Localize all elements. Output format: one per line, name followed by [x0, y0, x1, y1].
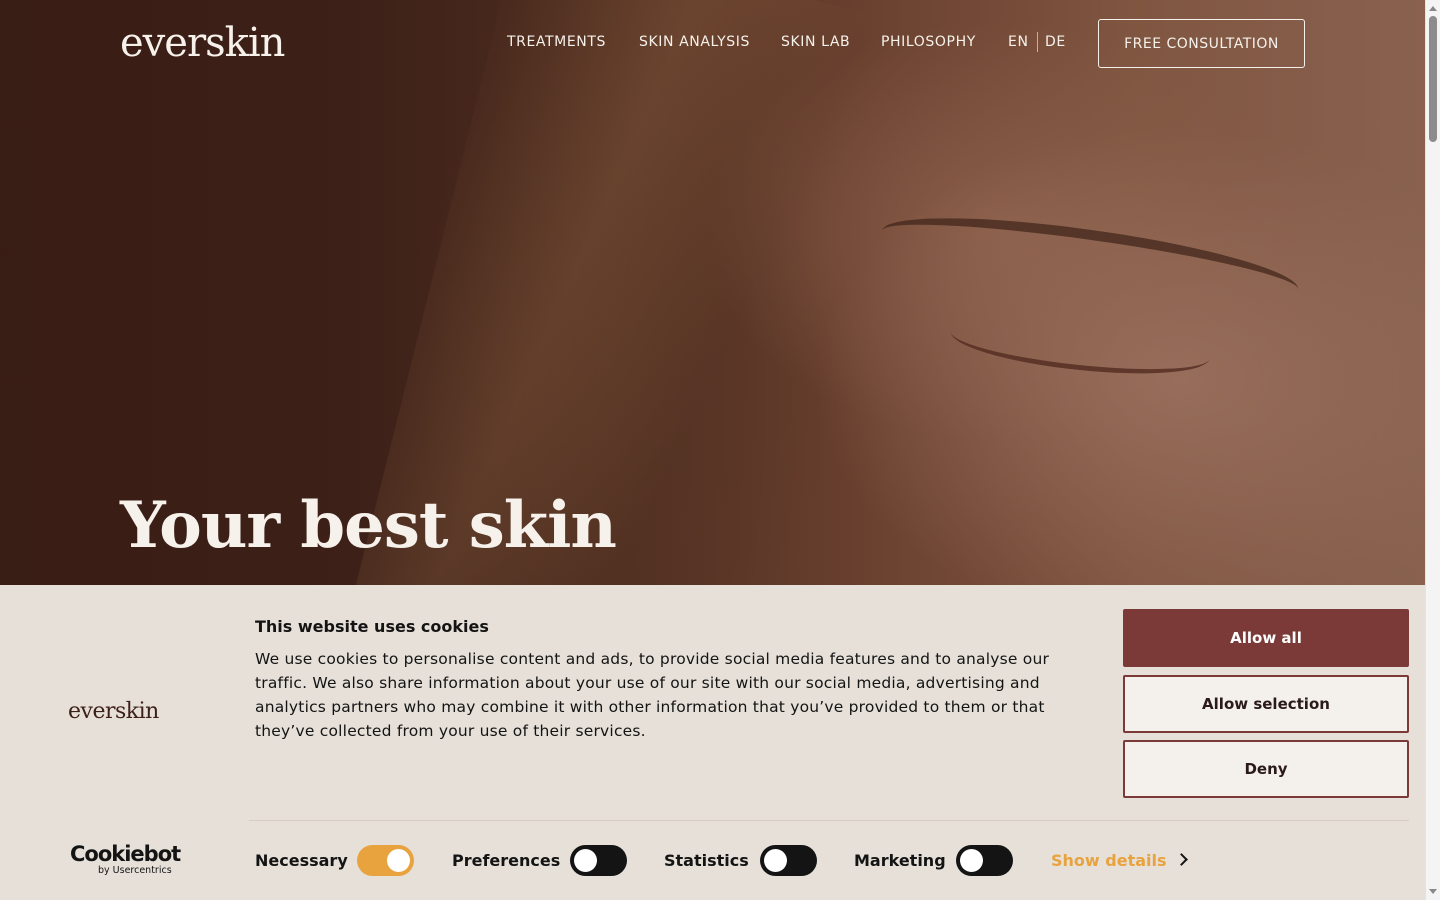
scroll-down-arrow-icon[interactable]	[1429, 889, 1437, 894]
lang-de[interactable]: DE	[1045, 34, 1066, 50]
nav-item-treatments[interactable]: TREATMENTS	[507, 34, 606, 50]
toggle-label-preferences: Preferences	[452, 851, 561, 870]
preferences-toggle[interactable]	[570, 845, 627, 876]
chevron-right-icon[interactable]	[1175, 853, 1188, 866]
cookie-banner-divider	[249, 820, 1409, 821]
free-consultation-button[interactable]: FREE CONSULTATION	[1098, 19, 1305, 68]
toggle-knob	[574, 849, 597, 872]
allow-selection-button[interactable]: Allow selection	[1123, 675, 1409, 733]
lang-divider	[1037, 32, 1038, 52]
lang-en[interactable]: EN	[1008, 34, 1029, 50]
hero-title: Your best skin	[120, 488, 617, 563]
toggle-knob	[960, 849, 983, 872]
site-logo[interactable]: everskin	[120, 20, 285, 66]
toggle-label-statistics: Statistics	[664, 851, 749, 870]
cookie-banner-title: This website uses cookies	[255, 617, 489, 636]
cookiebot-logo[interactable]: Cookiebot by Usercentrics	[70, 842, 181, 877]
toggle-knob	[764, 849, 787, 872]
scroll-up-arrow-icon[interactable]	[1429, 6, 1437, 11]
toggle-label-marketing: Marketing	[854, 851, 946, 870]
cookie-banner-text: We use cookies to personalise content an…	[255, 650, 1050, 740]
page-scrollbar[interactable]	[1425, 0, 1440, 900]
necessary-toggle[interactable]	[357, 845, 414, 876]
cookiebot-logo-name: Cookiebot	[70, 842, 181, 866]
statistics-toggle[interactable]	[760, 845, 817, 876]
toggle-knob	[387, 849, 410, 872]
cookiebot-logo-sub: by Usercentrics	[98, 865, 172, 876]
nav-item-philosophy[interactable]: PHILOSOPHY	[881, 34, 976, 50]
allow-all-button[interactable]: Allow all	[1123, 609, 1409, 667]
nav-item-skin-analysis[interactable]: SKIN ANALYSIS	[639, 34, 750, 50]
marketing-toggle[interactable]	[956, 845, 1013, 876]
nav-item-skin-lab[interactable]: SKIN LAB	[781, 34, 850, 50]
scroll-thumb[interactable]	[1429, 16, 1437, 142]
toggle-label-necessary: Necessary	[255, 851, 348, 870]
deny-button[interactable]: Deny	[1123, 740, 1409, 798]
cookie-banner: everskin This website uses cookies We us…	[0, 585, 1425, 900]
show-details-link[interactable]: Show details	[1051, 851, 1167, 870]
cookie-banner-logo: everskin	[68, 699, 159, 724]
